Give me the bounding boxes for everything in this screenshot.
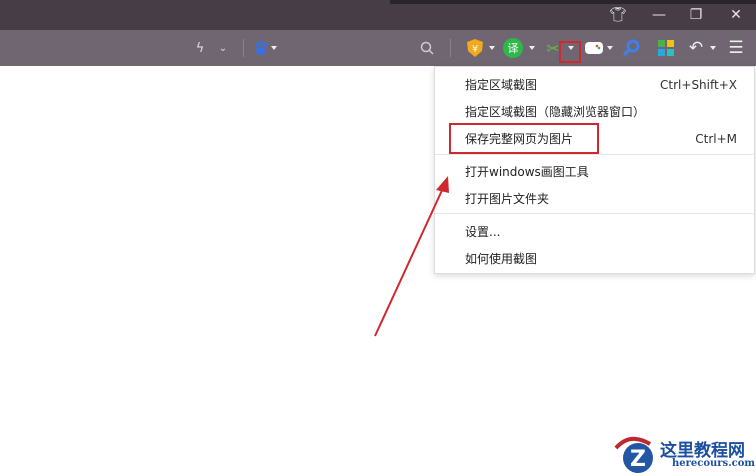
watermark-logo: Z 这里教程网 herecours.com: [610, 434, 756, 476]
watermark-url: herecours.com: [672, 458, 756, 469]
svg-text:Z: Z: [630, 447, 646, 472]
watermark-z-icon: Z: [614, 436, 653, 473]
annotation-arrow: [374, 176, 449, 337]
